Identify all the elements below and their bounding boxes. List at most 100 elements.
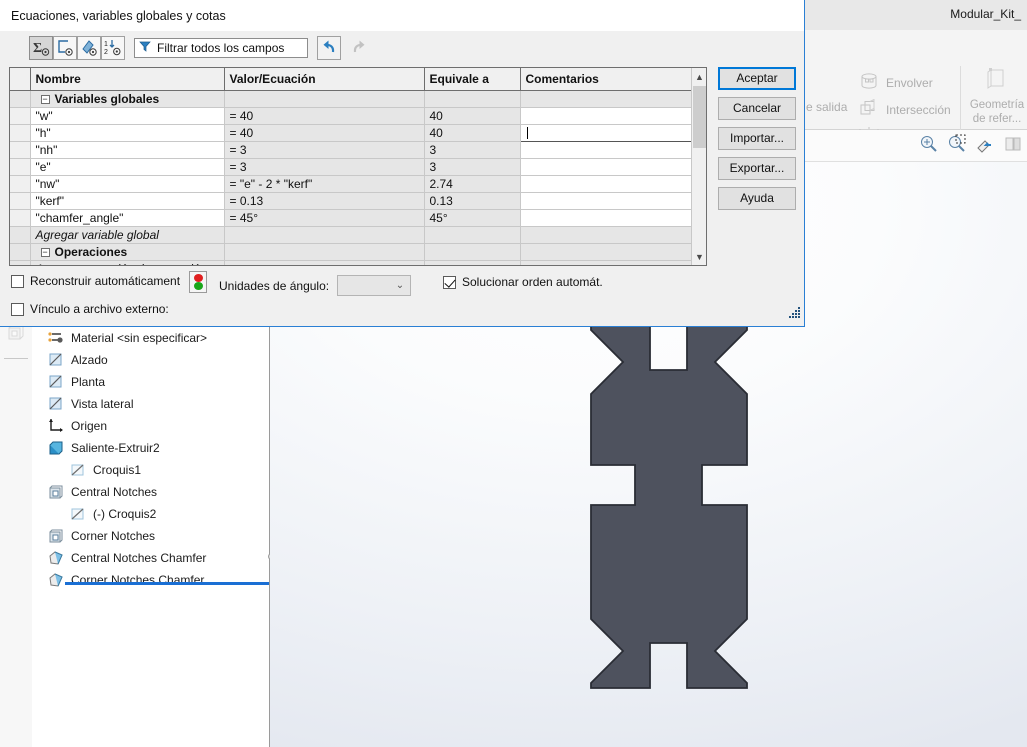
table-row[interactable]: "chamfer_angle" = 45° 45°	[10, 209, 694, 227]
table-row[interactable]: − Operaciones	[10, 243, 694, 261]
zoom-to-area-icon[interactable]	[947, 134, 967, 157]
evaluates-to-cell[interactable]	[424, 90, 521, 108]
scrollbar-thumb[interactable]	[693, 86, 706, 148]
column-header-equivale[interactable]: Equivale a	[424, 68, 521, 91]
value-equation-cell[interactable]	[224, 226, 425, 244]
evaluates-to-cell[interactable]: 3	[424, 141, 521, 159]
exportar-button[interactable]: Exportar...	[718, 157, 796, 180]
variable-name-cell[interactable]: "nh"	[30, 141, 225, 159]
row-select-cell[interactable]	[10, 243, 31, 261]
value-equation-cell[interactable]: = 3	[224, 158, 425, 176]
equations-table[interactable]: Nombre Valor/Ecuación Equivale a Comenta…	[9, 67, 707, 266]
row-select-cell[interactable]	[10, 175, 31, 193]
equations-view-button[interactable]: Σ	[29, 35, 53, 60]
table-row[interactable]: Agregar supresión de operación	[10, 260, 694, 265]
value-equation-cell[interactable]: = 40	[224, 107, 425, 125]
evaluates-to-cell[interactable]	[424, 226, 521, 244]
table-row[interactable]: "h" = 40 40	[10, 123, 694, 142]
add-row-placeholder[interactable]: Agregar variable global	[30, 226, 225, 244]
comment-cell[interactable]	[520, 243, 694, 261]
row-select-cell[interactable]	[10, 226, 31, 244]
evaluates-to-cell[interactable]: 40	[424, 107, 521, 125]
auto-rebuild-option[interactable]: Reconstruir automáticament	[11, 274, 180, 288]
evaluates-to-cell[interactable]: 0.13	[424, 192, 521, 210]
ribbon-item-interseccion[interactable]: Intersección	[858, 98, 951, 120]
row-select-cell[interactable]	[10, 260, 31, 265]
comment-cell[interactable]	[520, 226, 694, 244]
value-equation-cell[interactable]	[224, 90, 425, 108]
value-equation-cell[interactable]	[224, 243, 425, 261]
tree-item-central-notches-chamfer[interactable]: Central Notches Chamfer	[32, 547, 206, 569]
ayuda-button[interactable]: Ayuda	[718, 187, 796, 210]
undo-button[interactable]	[317, 35, 341, 60]
comment-cell[interactable]	[519, 123, 694, 142]
row-select-cell[interactable]	[10, 124, 31, 142]
row-select-cell[interactable]	[10, 141, 31, 159]
evaluates-to-cell[interactable]: 40	[424, 124, 521, 142]
table-row[interactable]: Agregar variable global	[10, 226, 694, 244]
tree-item-croquis1[interactable]: Croquis1	[32, 459, 141, 481]
comment-cell[interactable]	[520, 260, 694, 265]
tree-item-saliente-extruir2[interactable]: Saliente-Extruir2	[32, 437, 160, 459]
group-header-cell[interactable]: − Variables globales	[30, 90, 225, 108]
comment-cell[interactable]	[520, 175, 694, 193]
value-equation-cell[interactable]	[224, 260, 425, 265]
collapse-toggle-icon[interactable]: −	[40, 94, 50, 104]
evaluates-to-cell[interactable]: 3	[424, 158, 521, 176]
row-select-cell[interactable]	[10, 192, 31, 210]
table-row[interactable]: "nh" = 33	[10, 141, 694, 159]
auto-solve-checkbox[interactable]	[443, 275, 456, 289]
tree-item-planta[interactable]: Planta	[32, 371, 105, 393]
table-row[interactable]: "w" = 40 40	[10, 107, 694, 125]
collapse-toggle-icon[interactable]: −	[40, 247, 50, 257]
tree-item-corner-notches[interactable]: Corner Notches	[32, 525, 155, 547]
row-select-cell[interactable]	[10, 90, 31, 108]
scroll-up-icon[interactable]: ▲	[692, 68, 706, 85]
row-select-cell[interactable]	[10, 158, 31, 176]
variable-name-cell[interactable]: "kerf"	[30, 192, 225, 210]
zoom-to-fit-icon[interactable]	[919, 134, 939, 157]
variable-name-cell[interactable]: "w"	[30, 107, 225, 125]
table-vertical-scrollbar[interactable]: ▲ ▼	[691, 68, 706, 265]
evaluates-to-cell[interactable]: 2.74	[424, 175, 521, 193]
importar-button[interactable]: Importar...	[718, 127, 796, 150]
tree-item-vista-lateral[interactable]: Vista lateral	[32, 393, 133, 415]
value-equation-cell[interactable]: = 0.13	[224, 192, 425, 210]
auto-rebuild-checkbox[interactable]	[11, 274, 24, 288]
tree-item-alzado[interactable]: Alzado	[32, 349, 108, 371]
column-header-valor[interactable]: Valor/Ecuación	[224, 68, 425, 91]
auto-solve-option[interactable]: Solucionar orden automát.	[443, 275, 603, 289]
comment-cell[interactable]	[520, 158, 694, 176]
table-row[interactable]: "nw" = "e" - 2 * "kerf" 2.74	[10, 175, 694, 193]
comment-cell[interactable]	[520, 107, 694, 125]
sketch-equations-view-button[interactable]	[53, 35, 77, 60]
dimensions-view-button[interactable]	[77, 35, 101, 60]
rebuild-status-indicator[interactable]	[189, 271, 207, 293]
tree-item-croquis2[interactable]: (-) Croquis2	[32, 503, 156, 525]
row-select-cell[interactable]	[10, 107, 31, 125]
comment-cell[interactable]	[520, 90, 694, 108]
evaluates-to-cell[interactable]	[424, 260, 521, 265]
column-header-nombre[interactable]: Nombre	[30, 68, 225, 91]
external-link-option[interactable]: Vínculo a archivo externo:	[11, 302, 169, 316]
dialog-resize-grip[interactable]	[786, 305, 802, 324]
evaluates-to-cell[interactable]	[424, 243, 521, 261]
tree-item-origen[interactable]: Origen	[32, 415, 107, 437]
value-equation-cell[interactable]: = "e" - 2 * "kerf"	[224, 175, 425, 193]
tree-item-central-notches[interactable]: Central Notches	[32, 481, 157, 503]
tree-item-corner-notches-chamfer[interactable]: Corner Notches Chamfer	[32, 569, 204, 591]
variable-name-cell[interactable]: "h"	[30, 124, 225, 142]
variable-name-cell[interactable]: "e"	[30, 158, 225, 176]
column-header-comentarios[interactable]: Comentarios	[520, 68, 694, 91]
aceptar-button[interactable]: Aceptar	[718, 67, 796, 90]
ribbon-item-envolver[interactable]: Envolver	[858, 72, 933, 93]
value-equation-cell[interactable]: = 40	[224, 124, 425, 142]
add-row-placeholder[interactable]: Agregar supresión de operación	[30, 260, 225, 265]
ordered-view-button[interactable]: 12	[101, 35, 125, 60]
variable-name-cell[interactable]: "chamfer_angle"	[30, 209, 225, 227]
table-row[interactable]: "kerf" = 0.13 0.13	[10, 192, 694, 210]
value-equation-cell[interactable]: = 45°	[224, 209, 425, 227]
angle-units-select[interactable]: ⌄	[337, 275, 412, 296]
value-equation-cell[interactable]: = 3	[224, 141, 425, 159]
zoom-previous-icon[interactable]	[975, 134, 995, 157]
